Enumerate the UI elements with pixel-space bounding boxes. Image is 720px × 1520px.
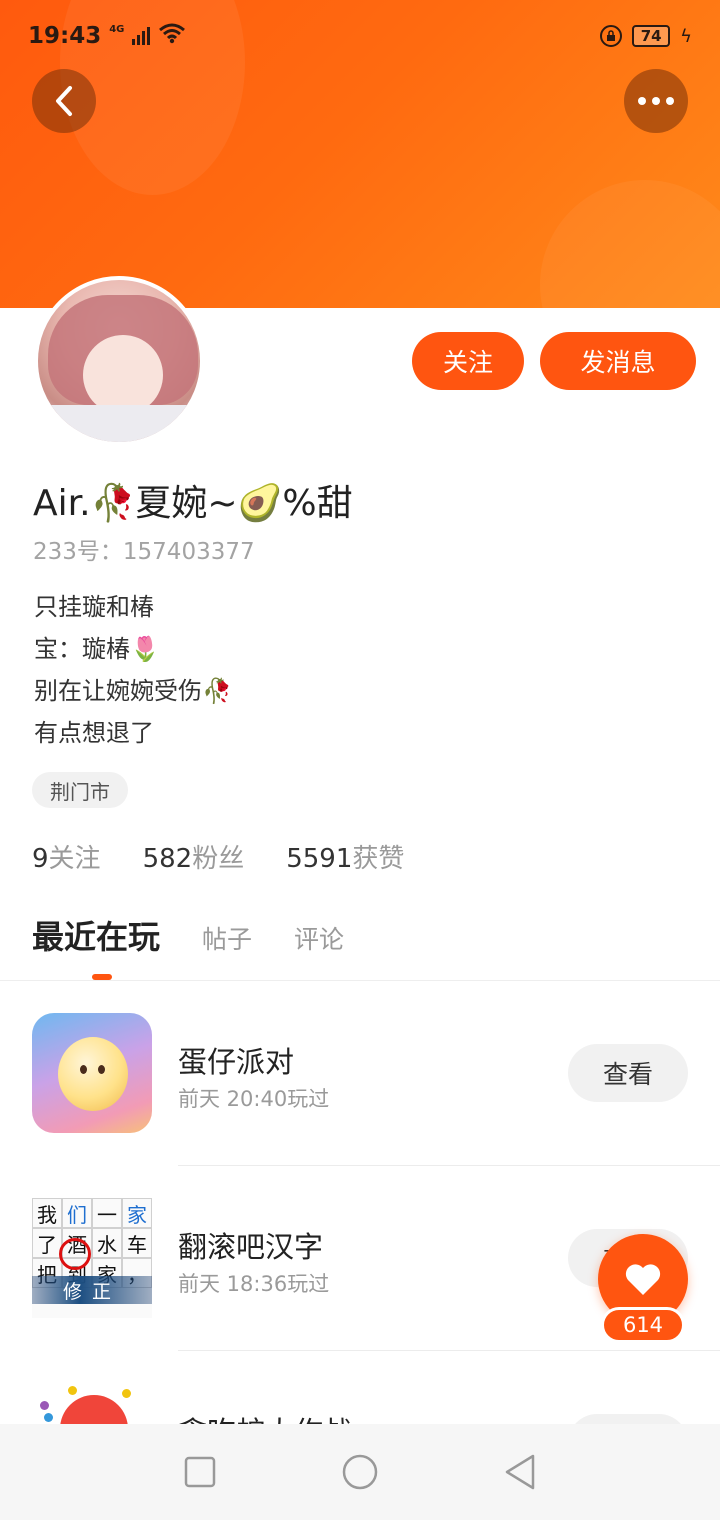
bio-line: 有点想退了 — [34, 719, 154, 747]
game-icon-art — [80, 1065, 87, 1074]
square-icon — [184, 1456, 216, 1488]
hanzi-cell: 家 — [122, 1198, 152, 1228]
username: Air.🥀夏婉~🥑%甜 — [33, 483, 353, 524]
home-button[interactable] — [330, 1442, 390, 1502]
bio: 只挂璇和椿 宝：璇椿🌷 别在让婉婉受伤🥀 有点想退了 — [34, 586, 232, 754]
header-decoration — [540, 180, 720, 308]
game-icon-snake — [32, 1383, 152, 1424]
network-type: 4G — [109, 23, 125, 35]
stat-following[interactable]: 9关注 — [32, 838, 101, 875]
send-message-button[interactable]: 发消息 — [540, 332, 696, 390]
stat-label: 粉丝 — [192, 844, 245, 874]
bio-line: 只挂璇和椿 — [34, 593, 154, 621]
hanzi-cell: 们 — [62, 1198, 92, 1228]
game-list-item[interactable]: 蛋仔派对 前天 20:40玩过 查看 — [0, 1013, 720, 1197]
location-tag[interactable]: 荆门市 — [32, 772, 128, 808]
circle-icon — [342, 1454, 378, 1490]
back-nav-button[interactable] — [490, 1442, 550, 1502]
user-id-label: 233号： — [33, 539, 123, 565]
game-icon-art — [122, 1389, 131, 1398]
game-icon-art — [44, 1413, 53, 1422]
view-game-button[interactable]: 查看 — [568, 1414, 688, 1424]
stat-number: 9 — [32, 844, 49, 874]
like-count: 614 — [601, 1307, 685, 1343]
game-list-item[interactable]: 贪吃蛇大作战 查看 — [0, 1383, 720, 1424]
game-name: 翻滚吧汉字 — [178, 1230, 324, 1264]
rotation-lock-icon — [600, 25, 623, 47]
stat-likes[interactable]: 5591获赞 — [286, 838, 404, 875]
game-name: 蛋仔派对 — [178, 1045, 295, 1079]
game-icon-art — [68, 1386, 77, 1395]
user-id-value: 157403377 — [122, 539, 255, 565]
divider — [0, 980, 720, 981]
recent-apps-button[interactable] — [170, 1442, 230, 1502]
battery-icon: 74 — [632, 25, 671, 47]
status-left: 19:43 4G — [28, 22, 186, 50]
game-icon-art — [60, 1395, 128, 1424]
charging-icon: ϟ — [680, 25, 692, 47]
game-icon-art — [40, 1401, 49, 1410]
bio-line: 别在让婉婉受伤🥀 — [34, 677, 232, 705]
stat-number: 582 — [142, 844, 193, 874]
status-bar: 19:43 4G 74 ϟ — [0, 0, 720, 72]
user-id: 233号：157403377 — [33, 532, 255, 566]
game-icon-hanzi: 我 们 一 家 了 酒 水 车 把 到 家 ， 修正 — [32, 1198, 152, 1318]
avatar[interactable] — [34, 276, 204, 446]
divider — [178, 1350, 720, 1351]
avatar-art — [38, 405, 200, 442]
wifi-icon — [158, 22, 186, 50]
game-icon-art — [58, 1037, 128, 1111]
hanzi-error-circle — [59, 1238, 91, 1270]
game-name: 贪吃蛇大作战 — [178, 1409, 352, 1424]
game-last-played: 前天 18:36玩过 — [178, 1272, 330, 1296]
status-right: 74 ϟ — [600, 25, 692, 47]
profile-stats: 9关注 582粉丝 5591获赞 — [32, 838, 404, 875]
signal-icon — [132, 27, 151, 45]
more-options-button[interactable] — [624, 69, 688, 133]
heart-icon — [625, 1264, 661, 1295]
hanzi-cell: 水 — [92, 1228, 122, 1258]
status-time: 19:43 — [28, 23, 102, 49]
hanzi-cell: 一 — [92, 1198, 122, 1228]
triangle-back-icon — [505, 1454, 535, 1490]
chevron-left-icon — [56, 86, 72, 116]
tab-recently-played[interactable]: 最近在玩 — [32, 912, 160, 958]
hanzi-banner: 修正 — [32, 1276, 152, 1304]
stat-label: 关注 — [48, 844, 101, 874]
stat-label: 获赞 — [352, 844, 405, 874]
system-navigation-bar — [0, 1424, 720, 1520]
game-last-played: 前天 20:40玩过 — [178, 1087, 330, 1111]
back-button[interactable] — [32, 69, 96, 133]
stat-number: 5591 — [286, 844, 353, 874]
divider — [178, 1165, 720, 1166]
stat-fans[interactable]: 582粉丝 — [143, 838, 245, 875]
follow-button[interactable]: 关注 — [412, 332, 524, 390]
more-dots-icon — [638, 97, 674, 105]
bio-line: 宝：璇椿🌷 — [34, 635, 160, 663]
avatar-art — [83, 335, 163, 415]
game-icon-eggy-party — [32, 1013, 152, 1133]
tab-comments[interactable]: 评论 — [294, 920, 344, 956]
game-icon-art — [98, 1065, 105, 1074]
hanzi-cell: 车 — [122, 1228, 152, 1258]
tab-posts[interactable]: 帖子 — [202, 920, 252, 956]
view-game-button[interactable]: 查看 — [568, 1044, 688, 1102]
profile-tabs: 最近在玩 帖子 评论 — [32, 912, 344, 958]
hanzi-cell: 了 — [32, 1228, 62, 1258]
hanzi-cell: 我 — [32, 1198, 62, 1228]
